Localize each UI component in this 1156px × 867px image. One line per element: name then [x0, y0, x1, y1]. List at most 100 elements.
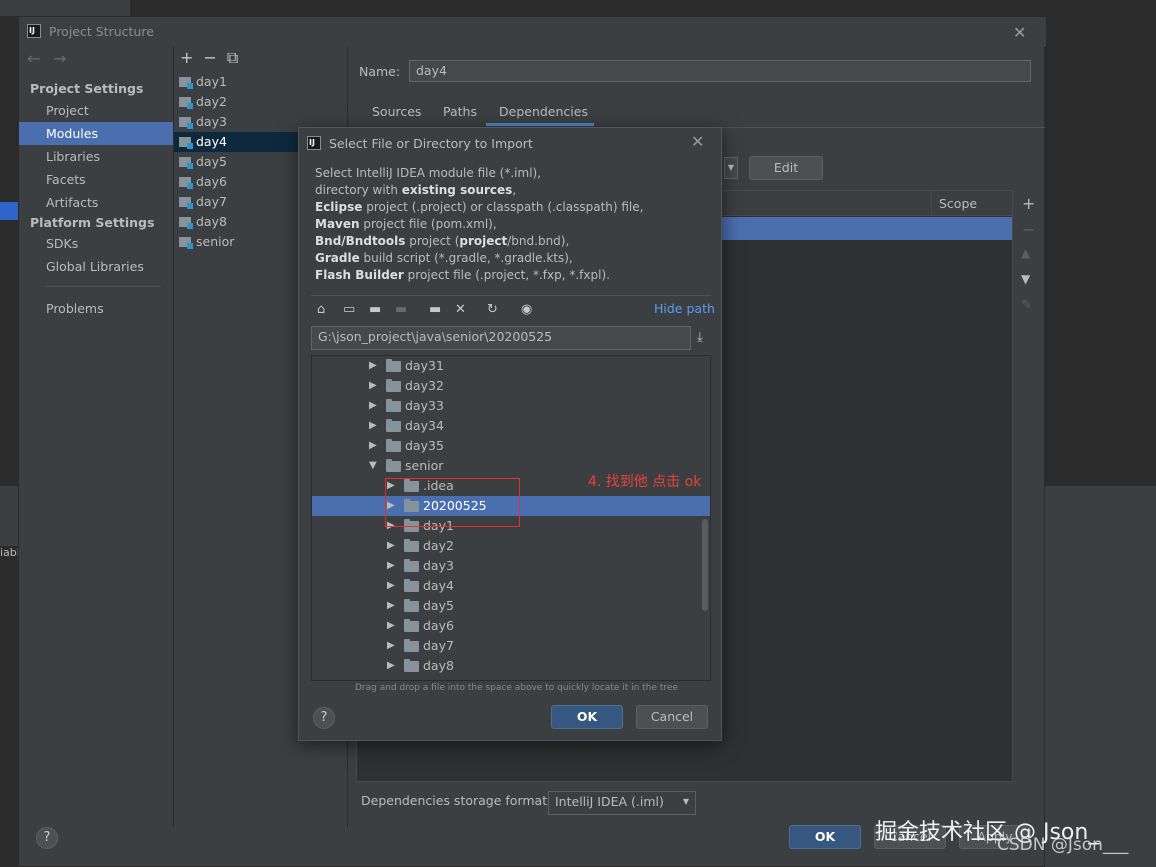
add-icon[interactable]: + [180, 48, 193, 67]
intellij-app-icon: IJ [307, 136, 321, 150]
delete-icon[interactable]: ✕ [455, 302, 466, 317]
desc-line: Bnd/Bndtools project (project/bnd.bnd), [315, 234, 570, 248]
ide-text-fragment: iabl [0, 546, 20, 559]
nav-item-global-libraries[interactable]: Global Libraries [19, 255, 173, 278]
tree-row[interactable]: ▶ day34 [312, 416, 710, 436]
problems-list: Problems [19, 297, 173, 320]
collapsed-caret-icon[interactable]: ▶ [387, 636, 395, 656]
storage-format-value: IntelliJ IDEA (.iml) [555, 794, 664, 809]
hide-path-link[interactable]: Hide path [654, 301, 715, 316]
back-arrow-icon[interactable]: ← [27, 49, 40, 68]
tree-label: day7 [423, 638, 454, 653]
nav-item-modules[interactable]: Modules [19, 122, 173, 145]
tree-row[interactable]: ▶ day2 [312, 536, 710, 556]
collapsed-caret-icon[interactable]: ▶ [387, 596, 395, 616]
close-icon[interactable]: ✕ [1013, 23, 1026, 42]
module-item[interactable]: day2 [174, 92, 348, 112]
collapsed-caret-icon[interactable]: ▶ [369, 396, 377, 416]
import-dialog: IJ Select File or Directory to Import ✕ … [298, 127, 722, 741]
tree-label: day2 [423, 538, 454, 553]
ok-button[interactable]: OK [551, 705, 623, 729]
ide-panel-fragment-right [1045, 486, 1156, 867]
remove-icon[interactable]: − [203, 48, 216, 67]
tree-row[interactable]: ▶ day6 [312, 616, 710, 636]
collapsed-caret-icon[interactable]: ▶ [387, 656, 395, 676]
remove-dependency-icon[interactable]: − [1022, 220, 1035, 239]
cancel-button[interactable]: Cancel [636, 705, 708, 729]
module-folder-icon [179, 197, 193, 209]
help-button[interactable]: ? [313, 707, 335, 729]
collapsed-caret-icon[interactable]: ▶ [369, 436, 377, 456]
storage-format-select[interactable]: IntelliJ IDEA (.iml) ▼ [548, 791, 696, 815]
module-folder-icon [179, 157, 193, 169]
folder-icon [404, 599, 419, 612]
tree-row[interactable]: ▶ day8 [312, 656, 710, 676]
new-folder-icon[interactable]: ▬ [429, 302, 441, 317]
desc-line: directory with existing sources, [315, 183, 517, 197]
annotation-text: 4. 找到他 点击 ok [588, 474, 702, 490]
storage-format-label: Dependencies storage format: [361, 793, 552, 808]
download-icon[interactable]: ⤓ [697, 330, 703, 345]
tree-row[interactable]: ▶ day3 [312, 556, 710, 576]
close-icon[interactable]: ✕ [691, 132, 704, 151]
tab-dependencies[interactable]: Dependencies [499, 104, 588, 119]
project-folder-icon[interactable]: ▬ [369, 302, 381, 317]
module-toolbar: + − ⧉ [180, 48, 248, 68]
module-item[interactable]: day1 [174, 72, 348, 92]
module-label: day6 [196, 174, 227, 189]
collapsed-caret-icon[interactable]: ▶ [387, 536, 395, 556]
move-down-icon[interactable]: ▼ [1021, 272, 1030, 286]
tab-paths[interactable]: Paths [443, 104, 477, 119]
desktop-icon[interactable]: ▭ [343, 302, 355, 317]
collapsed-caret-icon[interactable]: ▶ [369, 356, 377, 376]
folder-icon [386, 439, 401, 452]
sdk-dropdown-arrow-icon[interactable]: ▼ [724, 157, 738, 179]
tree-label: day3 [423, 558, 454, 573]
tree-label: day33 [405, 398, 444, 413]
tree-row[interactable]: ▶ day32 [312, 376, 710, 396]
forward-arrow-icon[interactable]: → [53, 49, 66, 68]
module-label: day5 [196, 154, 227, 169]
edit-button[interactable]: Edit [749, 156, 823, 180]
show-hidden-icon[interactable]: ◉ [521, 302, 532, 317]
ide-toolbar-fragment [0, 0, 130, 16]
annotation-box [385, 478, 520, 527]
home-icon[interactable]: ⌂ [317, 302, 325, 317]
collapsed-caret-icon[interactable]: ▶ [369, 416, 377, 436]
tree-row[interactable]: ▶ day31 [312, 356, 710, 376]
add-dependency-icon[interactable]: + [1022, 194, 1035, 213]
nav-item-libraries[interactable]: Libraries [19, 145, 173, 168]
folder-icon [386, 379, 401, 392]
nav-item-sdks[interactable]: SDKs [19, 232, 173, 255]
tree-row[interactable]: ▶ day33 [312, 396, 710, 416]
tree-scrollbar[interactable] [702, 519, 708, 611]
module-folder-icon[interactable]: ▬ [395, 302, 407, 317]
tree-row[interactable]: ▶ day4 [312, 576, 710, 596]
module-name-field[interactable]: day4 [409, 60, 1031, 82]
move-up-icon[interactable]: ▲ [1021, 246, 1030, 260]
module-label: day3 [196, 114, 227, 129]
tree-row[interactable]: ▶ day7 [312, 636, 710, 656]
collapsed-caret-icon[interactable]: ▶ [387, 576, 395, 596]
tree-label: day34 [405, 418, 444, 433]
path-field[interactable]: G:\json_project\java\senior\20200525 [311, 326, 691, 350]
module-label: day4 [196, 134, 227, 149]
ok-button[interactable]: OK [789, 825, 861, 849]
module-folder-icon [179, 237, 193, 249]
collapsed-caret-icon[interactable]: ▶ [387, 616, 395, 636]
nav-item-artifacts[interactable]: Artifacts [19, 191, 173, 214]
collapsed-caret-icon[interactable]: ▶ [369, 376, 377, 396]
tree-row[interactable]: ▶ day5 [312, 596, 710, 616]
collapsed-caret-icon[interactable]: ▶ [387, 556, 395, 576]
folder-icon [404, 659, 419, 672]
help-button[interactable]: ? [36, 827, 58, 849]
nav-item-problems[interactable]: Problems [19, 297, 173, 320]
copy-icon[interactable]: ⧉ [227, 48, 238, 67]
edit-pencil-icon[interactable]: ✎ [1021, 298, 1032, 313]
expanded-caret-icon[interactable]: ▼ [369, 456, 377, 476]
nav-item-facets[interactable]: Facets [19, 168, 173, 191]
nav-item-project[interactable]: Project [19, 99, 173, 122]
tab-sources[interactable]: Sources [372, 104, 421, 119]
refresh-icon[interactable]: ↻ [487, 302, 498, 317]
tree-row[interactable]: ▶ day35 [312, 436, 710, 456]
